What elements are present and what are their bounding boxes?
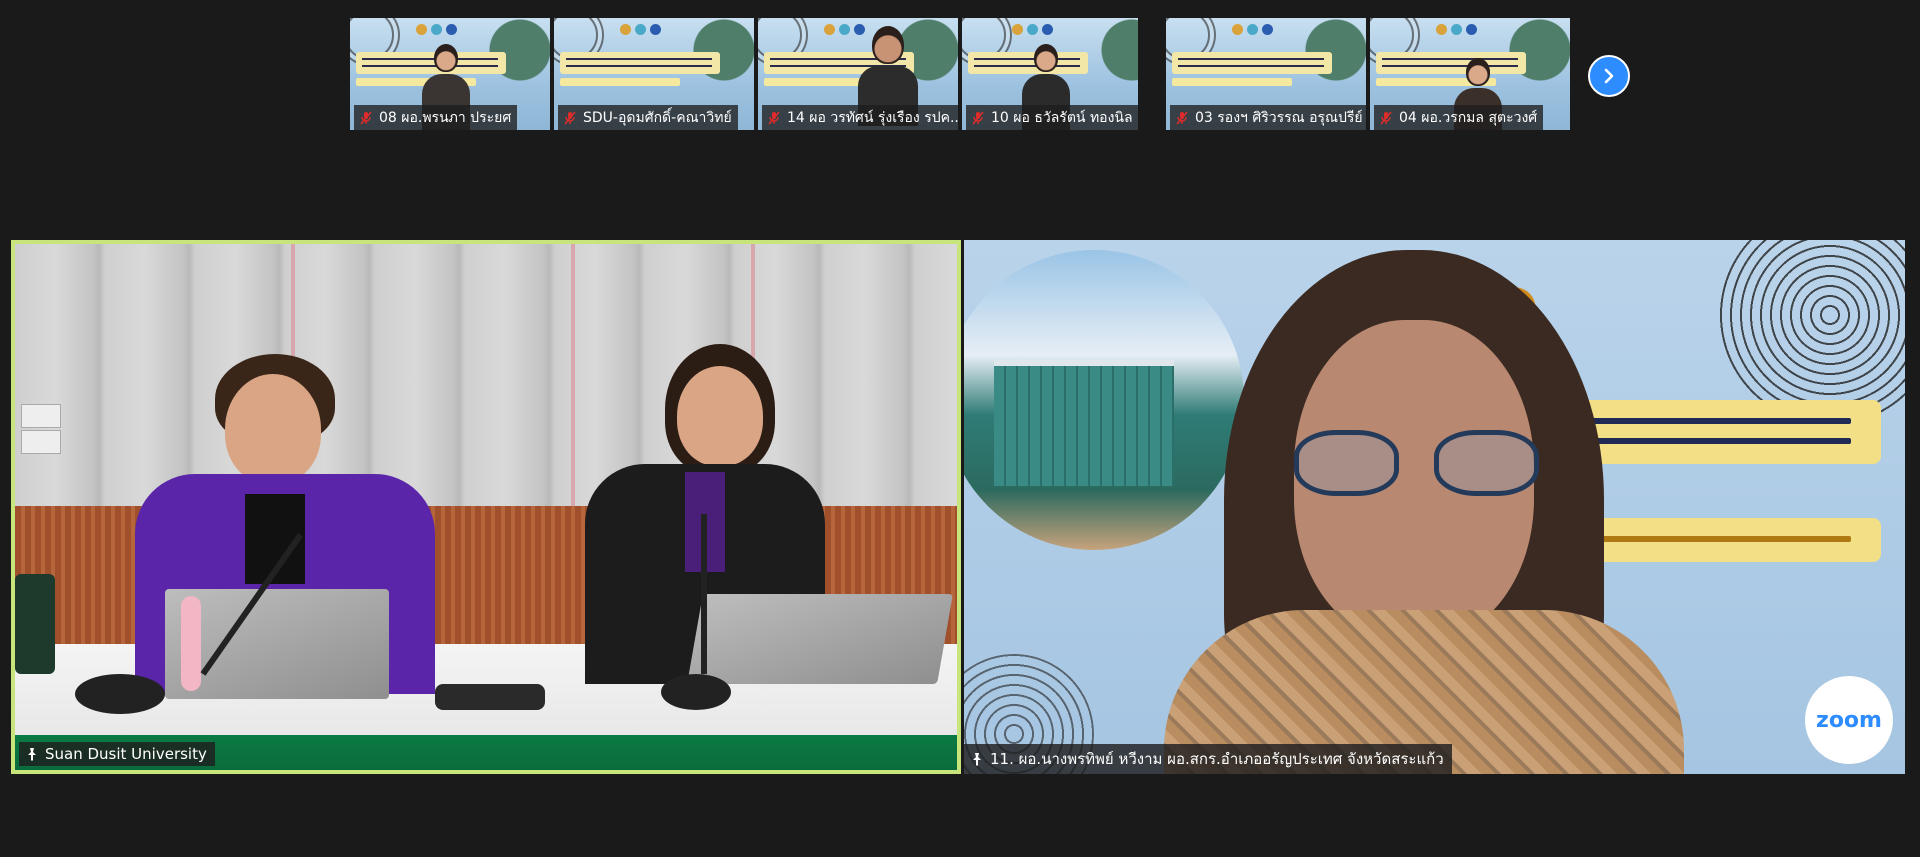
pin-icon <box>973 753 981 766</box>
presentation-clicker <box>435 684 545 710</box>
participant-name-tag: 11. ผอ.นางพรทิพย์ หวีงาม ผอ.สกร.อำเภออรั… <box>964 744 1452 774</box>
zoom-gallery-view: 08 ผอ.พรนภา ประยศ SDU-อุดมศักดิ์-คณาวิทย… <box>0 0 1920 857</box>
mic-off-icon <box>972 111 984 125</box>
participant-name-tag: 14 ผอ วรทัศน์ รุ่งเรือง รปค... <box>762 105 958 130</box>
participant-name-tag: 10 ผอ ธวัลรัตน์ ทองนิล <box>966 105 1138 130</box>
zoom-logo-icon: zoom <box>1805 676 1893 764</box>
pen-holder <box>181 596 201 691</box>
wall-switch <box>21 404 61 428</box>
participant-name-tag: Suan Dusit University <box>19 742 215 766</box>
mic-off-icon <box>1380 111 1392 125</box>
participant-thumbnail[interactable]: 03 รองฯ ศิริวรรณ อรุณปรีย์ <box>1166 18 1366 130</box>
wall-switch <box>21 430 61 454</box>
participant-name-tag: 08 ผอ.พรนภา ประยศ <box>354 105 518 130</box>
mic-off-icon <box>360 111 372 125</box>
participant-thumbnail[interactable]: 04 ผอ.วรกมล สุตะวงศ์ <box>1370 18 1570 130</box>
participant-thumbnail[interactable]: 10 ผอ ธวัลรัตน์ ทองนิล <box>962 18 1138 130</box>
video-tile-suan-dusit[interactable]: Suan Dusit University <box>11 240 961 774</box>
laptop <box>687 594 953 684</box>
mic-off-icon <box>768 111 780 125</box>
participant-thumbnail[interactable]: 14 ผอ วรทัศน์ รุ่งเรือง รปค... <box>758 18 958 130</box>
participant-thumbnail[interactable]: SDU-อุดมศักดิ์-คณาวิทย์ <box>554 18 754 130</box>
participant-name-tag: SDU-อุดมศักดิ์-คณาวิทย์ <box>558 105 738 130</box>
thermos <box>15 574 55 674</box>
participant-video <box>1164 250 1684 774</box>
participant-name-tag: 03 รองฯ ศิริวรรณ อรุณปรีย์ <box>1170 105 1366 130</box>
chevron-right-icon <box>1604 68 1614 84</box>
mic-off-icon <box>1176 111 1188 125</box>
mic-off-icon <box>564 111 576 125</box>
participant-name-tag: 04 ผอ.วรกมล สุตะวงศ์ <box>1374 105 1544 130</box>
participant-thumbnail[interactable]: 08 ผอ.พรนภา ประยศ <box>350 18 550 130</box>
next-page-button[interactable] <box>1588 55 1630 97</box>
video-tile-participant-11[interactable]: zoom 11. ผอ.นางพรทิพย์ หวีงาม ผอ.สกร.อำเ… <box>964 240 1905 774</box>
pin-icon <box>28 748 36 761</box>
